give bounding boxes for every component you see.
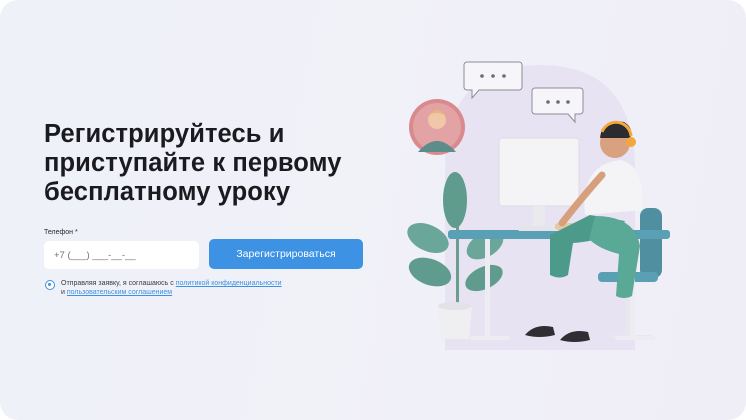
page-title: Регистрируйтесь и приступайте к первому … xyxy=(44,120,342,206)
consent-text-before: Отправляя заявку, я соглашаюсь с xyxy=(61,280,176,287)
register-button[interactable]: Зарегистрироваться xyxy=(209,239,363,269)
user-agreement-link[interactable]: пользовательским соглашением xyxy=(67,289,172,296)
consent-radio[interactable] xyxy=(45,280,55,290)
teacher-avatar xyxy=(409,99,465,155)
privacy-policy-link[interactable]: политикой конфиденциальности xyxy=(176,280,282,287)
phone-field-label: Телефон * xyxy=(44,229,78,236)
consent-text: Отправляя заявку, я соглашаюсь с политик… xyxy=(61,279,361,297)
student-at-computer-illustration xyxy=(407,61,670,350)
registration-banner: Регистрируйтесь и приступайте к первому … xyxy=(0,0,746,420)
phone-input[interactable] xyxy=(44,241,199,269)
